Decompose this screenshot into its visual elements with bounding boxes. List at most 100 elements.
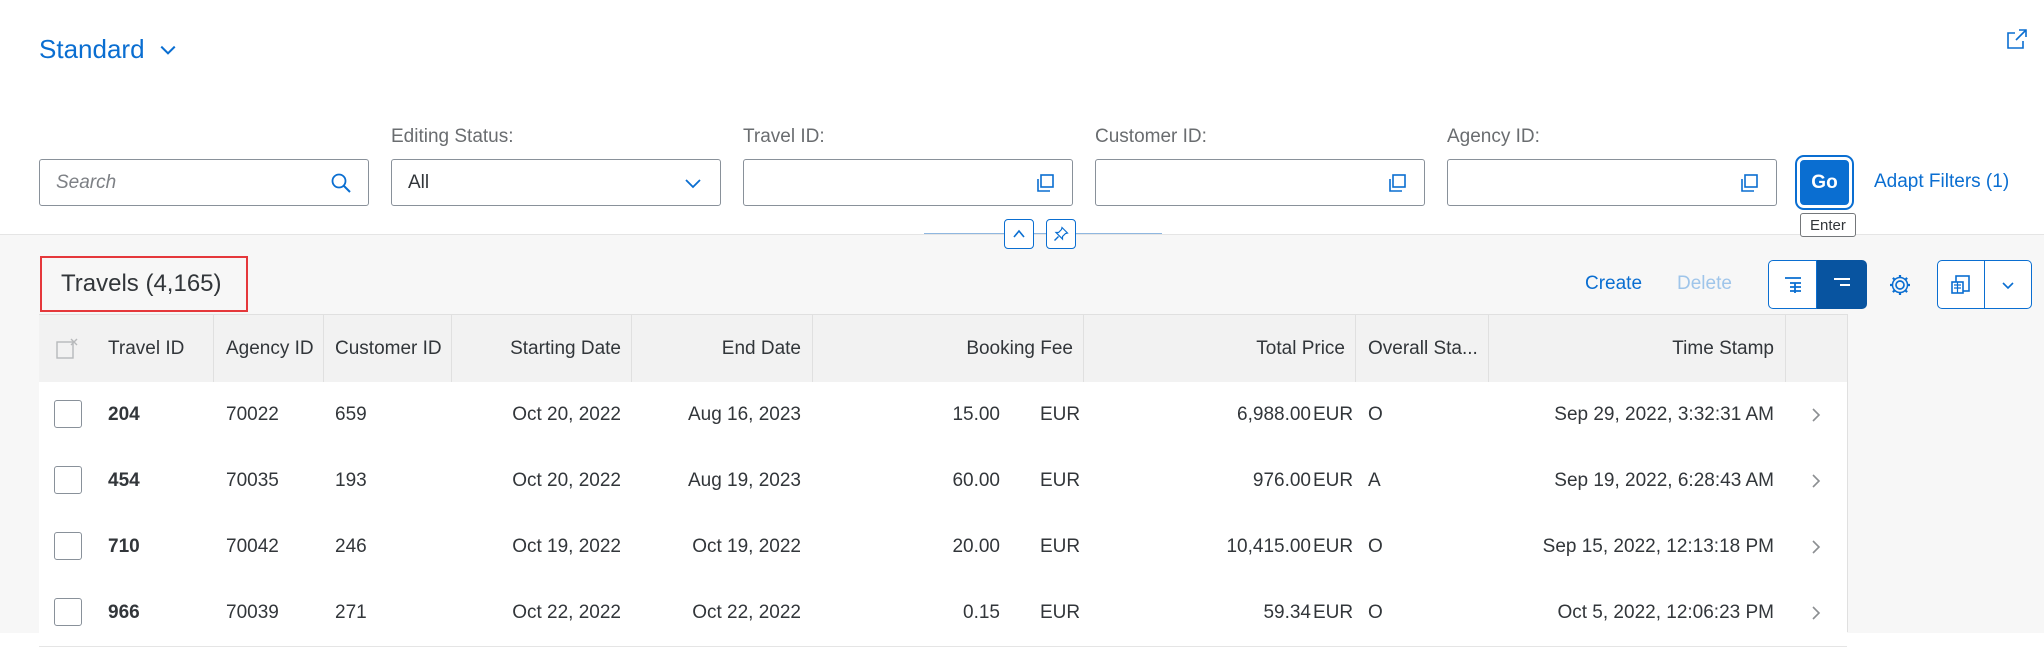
chevron-right-icon[interactable] <box>1809 406 1823 424</box>
table-title: Travels (4,165) <box>40 256 248 312</box>
table-row[interactable]: 204 70022 659 Oct 20, 2022 Aug 16, 2023 … <box>39 382 1847 449</box>
column-header-time-stamp[interactable]: Time Stamp <box>1488 315 1774 383</box>
row-checkbox[interactable] <box>54 400 82 428</box>
chevron-right-icon[interactable] <box>1809 604 1823 622</box>
table-row[interactable]: 710 70042 246 Oct 19, 2022 Oct 19, 2022 … <box>39 514 1847 581</box>
cell-travel-id: 710 <box>108 536 140 557</box>
cell-time-stamp: Sep 15, 2022, 12:13:18 PM <box>1542 536 1774 557</box>
travel-id-label: Travel ID: <box>743 126 825 147</box>
cell-booking-fee: 60.00 <box>952 470 1000 491</box>
cell-end-date: Oct 22, 2022 <box>692 602 801 623</box>
chevron-down-icon <box>2002 281 2014 289</box>
go-button[interactable]: Go <box>1795 155 1854 210</box>
chevron-down-icon <box>160 45 175 55</box>
table-view-button[interactable] <box>1768 260 1817 309</box>
table-header: Travel ID Agency ID Customer ID Starting… <box>39 314 1847 384</box>
variant-label: Standard <box>39 34 145 64</box>
value-help-icon[interactable] <box>1386 172 1408 194</box>
table-row[interactable]: 966 70039 271 Oct 22, 2022 Oct 22, 2022 … <box>39 580 1847 647</box>
cell-customer-id: 271 <box>335 602 367 623</box>
cell-travel-id: 966 <box>108 602 140 623</box>
cell-agency-id: 70022 <box>226 404 279 425</box>
column-header-end-date[interactable]: End Date <box>631 315 801 383</box>
cell-overall-status: O <box>1368 404 1383 425</box>
row-checkbox[interactable] <box>54 532 82 560</box>
cell-overall-status: O <box>1368 536 1383 557</box>
chevron-right-icon[interactable] <box>1809 472 1823 490</box>
editing-status-select[interactable]: All <box>391 159 721 206</box>
cell-agency-id: 70035 <box>226 470 279 491</box>
cell-booking-fee-currency: EUR <box>1040 536 1081 557</box>
adapt-filters-button[interactable]: Adapt Filters (1) <box>1874 171 2009 193</box>
search-field[interactable]: Search <box>39 159 369 206</box>
value-help-icon[interactable] <box>1738 172 1760 194</box>
cell-time-stamp: Oct 5, 2022, 12:06:23 PM <box>1557 602 1774 623</box>
pin-header-button[interactable] <box>1046 219 1076 249</box>
cell-total-price-currency: EUR <box>1313 470 1354 491</box>
column-header-booking-fee[interactable]: Booking Fee <box>812 315 1073 383</box>
share-icon[interactable] <box>2005 27 2029 51</box>
agency-id-field[interactable] <box>1447 159 1777 206</box>
column-header-total-price[interactable]: Total Price <box>1083 315 1345 383</box>
editing-status-label: Editing Status: <box>391 126 514 147</box>
cell-starting-date: Oct 19, 2022 <box>512 536 621 557</box>
table-view-icon <box>1784 276 1801 293</box>
editing-status-value: All <box>408 171 430 193</box>
cell-total-price: 59.34 <box>1263 602 1311 623</box>
cell-time-stamp: Sep 19, 2022, 6:28:43 AM <box>1554 470 1774 491</box>
cell-overall-status: O <box>1368 602 1383 623</box>
collapse-header-button[interactable] <box>1004 219 1034 249</box>
cell-total-price-currency: EUR <box>1313 404 1354 425</box>
collapse-view-icon <box>1834 277 1850 286</box>
go-tooltip: Enter <box>1800 213 1856 237</box>
deselect-all-icon[interactable] <box>55 337 79 361</box>
value-help-icon[interactable] <box>1034 172 1056 194</box>
chart-view-button[interactable] <box>1817 260 1867 309</box>
cell-travel-id: 454 <box>108 470 140 491</box>
agency-id-label: Agency ID: <box>1447 126 1540 147</box>
row-checkbox[interactable] <box>54 466 82 494</box>
search-icon[interactable] <box>330 172 352 194</box>
column-header-travel-id[interactable]: Travel ID <box>108 315 184 383</box>
view-toggle[interactable] <box>1768 260 1867 309</box>
cell-booking-fee: 20.00 <box>952 536 1000 557</box>
settings-gear-icon[interactable] <box>1887 272 1913 298</box>
chevron-up-icon <box>1013 229 1025 238</box>
cell-starting-date: Oct 20, 2022 <box>512 404 621 425</box>
cell-customer-id: 659 <box>335 404 367 425</box>
travel-id-field[interactable] <box>743 159 1073 206</box>
cell-time-stamp: Sep 29, 2022, 3:32:31 AM <box>1554 404 1774 425</box>
pin-icon <box>1054 226 1069 241</box>
collapse-divider <box>924 233 1162 234</box>
delete-button[interactable]: Delete <box>1677 273 1732 295</box>
table-row[interactable]: 454 70035 193 Oct 20, 2022 Aug 19, 2023 … <box>39 448 1847 515</box>
cell-overall-status: A <box>1368 470 1381 491</box>
cell-end-date: Aug 19, 2023 <box>687 470 801 491</box>
cell-total-price: 6,988.00 <box>1237 404 1311 425</box>
chevron-right-icon[interactable] <box>1809 538 1823 556</box>
cell-booking-fee: 0.15 <box>963 602 1000 623</box>
customer-id-field[interactable] <box>1095 159 1425 206</box>
column-header-overall-status[interactable]: Overall Sta... <box>1368 315 1478 383</box>
cell-booking-fee-currency: EUR <box>1040 602 1081 623</box>
column-header-customer-id[interactable]: Customer ID <box>335 315 442 383</box>
cell-booking-fee-currency: EUR <box>1040 470 1081 491</box>
search-input[interactable]: Search <box>56 172 330 194</box>
variant-selector[interactable]: Standard <box>39 34 177 65</box>
cell-agency-id: 70042 <box>226 536 279 557</box>
column-header-agency-id[interactable]: Agency ID <box>226 315 314 383</box>
cell-booking-fee-currency: EUR <box>1040 404 1081 425</box>
cell-total-price: 976.00 <box>1252 470 1311 491</box>
column-header-starting-date[interactable]: Starting Date <box>451 315 621 383</box>
export-dropdown-button[interactable] <box>1985 260 2032 309</box>
export-button[interactable] <box>1937 260 1985 309</box>
cell-starting-date: Oct 22, 2022 <box>512 602 621 623</box>
create-button[interactable]: Create <box>1585 273 1642 295</box>
cell-end-date: Aug 16, 2023 <box>687 404 801 425</box>
export-menu[interactable] <box>1937 260 2032 309</box>
cell-customer-id: 246 <box>335 536 367 557</box>
row-checkbox[interactable] <box>54 598 82 626</box>
cell-total-price-currency: EUR <box>1313 536 1354 557</box>
customer-id-label: Customer ID: <box>1095 126 1207 147</box>
chevron-down-icon <box>685 178 701 188</box>
